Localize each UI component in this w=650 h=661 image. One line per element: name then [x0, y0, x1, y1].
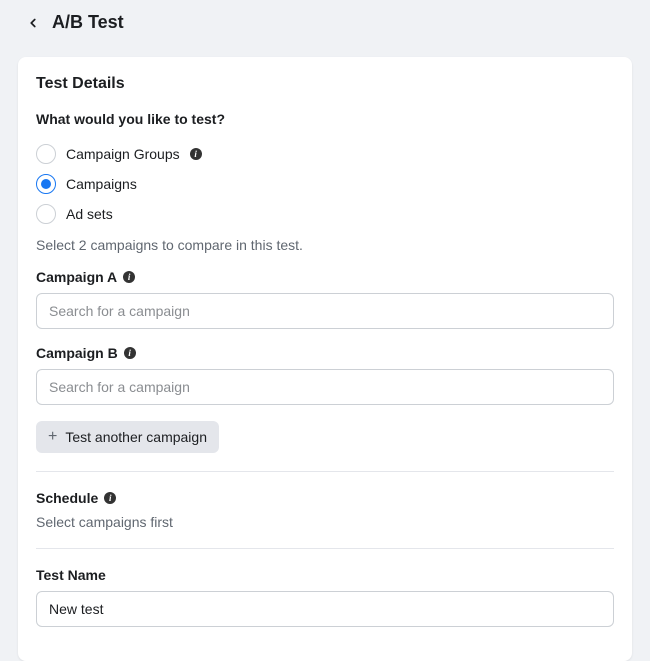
radio-icon — [36, 204, 56, 224]
test-name-label: Test Name — [36, 567, 614, 583]
radio-option-campaigns[interactable]: Campaigns — [36, 169, 614, 199]
info-icon[interactable]: i — [123, 271, 135, 283]
test-another-campaign-label: Test another campaign — [65, 429, 207, 445]
radio-label: Ad sets — [66, 206, 113, 222]
info-icon[interactable]: i — [124, 347, 136, 359]
radio-option-ad-sets[interactable]: Ad sets — [36, 199, 614, 229]
page-header: A/B Test — [0, 0, 650, 45]
page-title: A/B Test — [52, 12, 124, 33]
radio-label: Campaign Groups — [66, 146, 180, 162]
compare-hint: Select 2 campaigns to compare in this te… — [36, 237, 614, 253]
test-details-card: Test Details What would you like to test… — [18, 57, 632, 661]
campaign-a-label-text: Campaign A — [36, 269, 117, 285]
test-type-question: What would you like to test? — [36, 111, 614, 127]
divider — [36, 548, 614, 549]
plus-icon: + — [48, 429, 57, 445]
section-title: Test Details — [36, 75, 614, 93]
schedule-label: Schedule i — [36, 490, 614, 506]
test-name-label-text: Test Name — [36, 567, 106, 583]
radio-icon — [36, 144, 56, 164]
info-icon[interactable]: i — [104, 492, 116, 504]
campaign-b-input[interactable] — [36, 369, 614, 405]
radio-label: Campaigns — [66, 176, 137, 192]
schedule-hint: Select campaigns first — [36, 514, 614, 530]
info-icon[interactable]: i — [190, 148, 202, 160]
schedule-label-text: Schedule — [36, 490, 98, 506]
campaign-a-label: Campaign A i — [36, 269, 614, 285]
campaign-a-input[interactable] — [36, 293, 614, 329]
test-another-campaign-button[interactable]: + Test another campaign — [36, 421, 219, 453]
radio-icon — [36, 174, 56, 194]
campaign-b-label: Campaign B i — [36, 345, 614, 361]
campaign-b-label-text: Campaign B — [36, 345, 118, 361]
radio-option-campaign-groups[interactable]: Campaign Groups i — [36, 139, 614, 169]
test-name-input[interactable] — [36, 591, 614, 627]
test-type-radio-group: Campaign Groups i Campaigns Ad sets — [36, 139, 614, 229]
back-chevron-icon[interactable] — [24, 14, 42, 32]
divider — [36, 471, 614, 472]
